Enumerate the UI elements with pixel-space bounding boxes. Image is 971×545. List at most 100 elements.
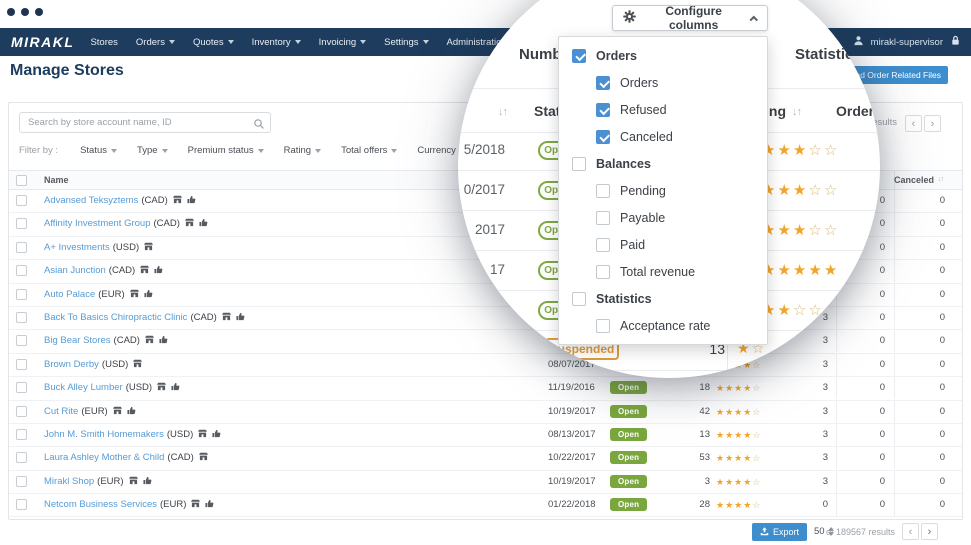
row-checkbox[interactable] [16, 241, 27, 253]
store-name-link[interactable]: Laura Ashley Mother & Child [44, 452, 164, 463]
row-checkbox[interactable] [16, 452, 27, 464]
row-checkbox[interactable] [16, 288, 27, 300]
footer-next-page-button[interactable]: › [921, 523, 938, 540]
store-name-link[interactable]: Buck Alley Lumber [44, 382, 123, 393]
window-close-button[interactable] [7, 8, 15, 16]
row-checkbox[interactable] [16, 358, 27, 370]
column-header-canceled[interactable]: Canceled [880, 171, 934, 189]
store-name-link[interactable]: Brown Derby [44, 359, 99, 370]
row-checkbox[interactable] [16, 499, 27, 511]
app-window: MIRAKL Stores Orders Quotes Inventory Invoic… [0, 0, 971, 545]
store-icon [198, 429, 208, 441]
column-toggle-statistics[interactable]: Statistics [559, 285, 767, 312]
store-name-link[interactable]: Asian Junction [44, 265, 106, 276]
premium-thumb-icon [171, 383, 180, 394]
column-toggle-orders[interactable]: Orders [559, 69, 767, 96]
column-toggle-orders[interactable]: Orders [559, 42, 767, 69]
store-name-link[interactable]: A+ Investments [44, 242, 110, 253]
column-toggle-label: Total revenue [620, 264, 696, 279]
lock-icon[interactable] [950, 35, 961, 49]
column-toggle-paid[interactable]: Paid [559, 231, 767, 258]
user-name[interactable]: mirakl-supervisor [871, 37, 943, 48]
checkbox-checked[interactable] [596, 102, 610, 117]
row-checkbox[interactable] [16, 218, 27, 230]
nav-item-quotes[interactable]: Quotes [193, 37, 234, 48]
column-toggle-label: Acceptance rate [620, 318, 711, 333]
store-name-link[interactable]: Auto Palace [44, 289, 95, 300]
checkbox-unchecked[interactable] [596, 237, 610, 252]
checkbox-unchecked[interactable] [596, 183, 610, 198]
cell-orders: 0 [822, 499, 828, 511]
row-checkbox[interactable] [16, 475, 27, 487]
nav-item-orders[interactable]: Orders [136, 37, 175, 48]
nav-item-stores[interactable]: Stores [90, 37, 117, 48]
configure-columns-button[interactable]: Configure columns [612, 4, 768, 32]
column-toggle-label: Orders [620, 75, 659, 90]
rating-stars: ★★★☆☆ [762, 222, 839, 239]
star-filled-icon: ★ [725, 429, 735, 440]
row-checkbox[interactable] [16, 265, 27, 277]
nav-item-settings[interactable]: Settings [384, 37, 429, 48]
footer-prev-page-button[interactable]: ‹ [902, 523, 919, 540]
filter-status[interactable]: Status [80, 145, 117, 156]
column-toggle-acceptance-rate[interactable]: Acceptance rate [559, 312, 767, 339]
row-checkbox[interactable] [16, 195, 27, 206]
store-name-link[interactable]: John M. Smith Homemakers [44, 429, 164, 440]
mirakl-logo[interactable]: MIRAKL [11, 34, 74, 50]
window-minimize-button[interactable] [21, 8, 29, 16]
checkbox-unchecked[interactable] [572, 291, 586, 306]
column-header-name[interactable]: Name [44, 171, 69, 189]
table-row: Netcom Business Services (EUR) 01/22/2018 O… [9, 494, 962, 518]
store-name-link[interactable]: Mirakl Shop [44, 476, 94, 487]
column-toggle-balances[interactable]: Balances [559, 150, 767, 177]
nav-item-invoicing[interactable]: Invoicing [319, 37, 367, 48]
checkbox-unchecked[interactable] [596, 318, 610, 333]
store-name-link[interactable]: Advansed Teksyztems [44, 195, 138, 206]
sort-icon[interactable]: ↓↑ [938, 171, 944, 189]
row-checkbox[interactable] [16, 335, 27, 347]
star-filled-icon: ★ [777, 262, 793, 279]
window-zoom-button[interactable] [35, 8, 43, 16]
row-checkbox[interactable] [16, 382, 27, 394]
checkbox-unchecked[interactable] [596, 264, 610, 279]
checkbox-checked[interactable] [596, 75, 610, 90]
store-name-link[interactable]: Affinity Investment Group [44, 218, 151, 229]
checkbox-unchecked[interactable] [596, 210, 610, 225]
filter-label: Status [80, 145, 107, 156]
store-name-link[interactable]: Cut Rite [44, 406, 78, 417]
search-input[interactable] [20, 113, 248, 132]
column-toggle-total-revenue[interactable]: Total revenue [559, 258, 767, 285]
cell-status: Open [610, 447, 648, 469]
filter-premium-status[interactable]: Premium status [188, 145, 264, 156]
rating-stars: ★★★★☆ [716, 477, 761, 487]
cell-canceled: 0 [894, 330, 946, 353]
nav-item-inventory[interactable]: Inventory [252, 37, 301, 48]
column-toggle-canceled[interactable]: Canceled [559, 123, 767, 150]
column-toggle-refused[interactable]: Refused [559, 96, 767, 123]
row-checkbox[interactable] [16, 311, 27, 323]
next-page-button[interactable]: › [924, 115, 941, 132]
store-icon [129, 289, 139, 301]
column-toggle-payable[interactable]: Payable [559, 204, 767, 231]
column-toggle-pending[interactable]: Pending [559, 177, 767, 204]
select-all-checkbox[interactable] [16, 175, 27, 186]
checkbox-checked[interactable] [572, 48, 586, 63]
star-empty-icon: ☆ [808, 142, 824, 159]
cell-orders: 3 [822, 428, 828, 440]
export-button[interactable]: Export [752, 523, 808, 541]
cell-name: Brown Derby (USD) [44, 354, 143, 376]
filter-rating[interactable]: Rating [284, 145, 322, 156]
checkbox-unchecked[interactable] [572, 156, 586, 171]
row-checkbox[interactable] [16, 405, 27, 417]
store-name-link[interactable]: Back To Basics Chiropractic Clinic [44, 312, 187, 323]
rating-stars: ★★★★☆ [716, 407, 761, 417]
filter-total-offers[interactable]: Total offers [341, 145, 398, 156]
store-name-link[interactable]: Big Bear Stores [44, 335, 111, 346]
row-checkbox[interactable] [16, 428, 27, 440]
prev-page-button[interactable]: ‹ [905, 115, 922, 132]
star-filled-icon: ★ [792, 182, 809, 199]
checkbox-checked[interactable] [596, 129, 610, 144]
cell-name: Big Bear Stores (CAD) [44, 330, 168, 352]
filter-type[interactable]: Type [137, 145, 168, 156]
store-name-link[interactable]: Netcom Business Services [44, 499, 157, 510]
